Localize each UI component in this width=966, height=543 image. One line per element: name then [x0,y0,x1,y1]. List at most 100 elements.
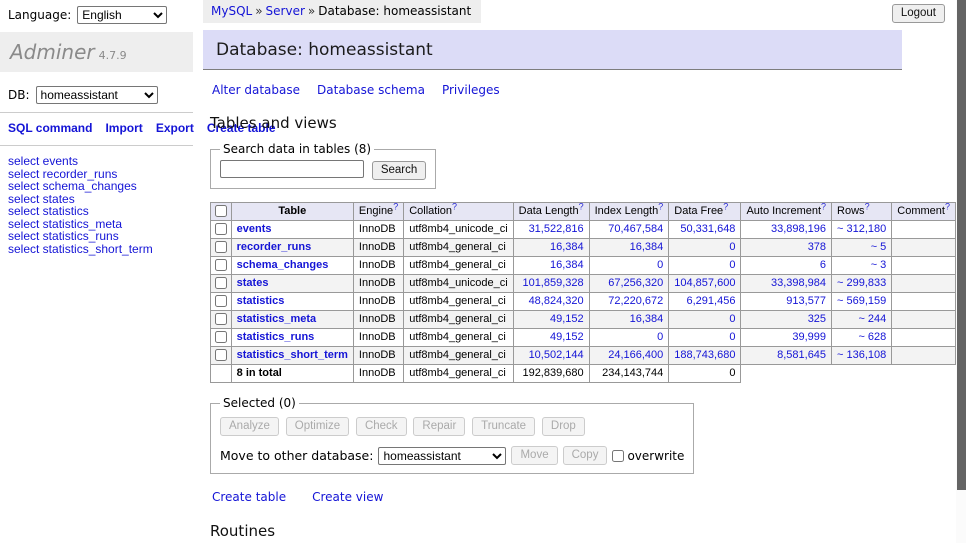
create-table-link-main[interactable]: Create table [212,490,286,504]
row-checkbox[interactable] [215,277,227,289]
row-checkbox[interactable] [215,223,227,235]
collation-cell: utf8mb4_general_ci [404,293,513,311]
data-length-link[interactable]: 48,824,320 [519,295,584,308]
create-view-link[interactable]: Create view [312,490,383,504]
data-length-link[interactable]: 49,152 [519,313,584,326]
language-select[interactable]: English [77,6,167,24]
truncate-button[interactable]: Truncate [472,417,535,436]
auto-increment-link[interactable]: 913,577 [746,295,826,308]
scrollbar-thumb[interactable] [957,0,966,490]
breadcrumb-server-link[interactable]: Server [266,4,305,18]
copy-button[interactable]: Copy [563,446,608,465]
search-input[interactable] [220,160,364,178]
row-checkbox[interactable] [215,241,227,253]
data-free-link[interactable]: 0 [674,331,735,344]
sidebar-select-schema-changes[interactable]: select schema_changes [8,180,185,193]
sidebar-select-statistics[interactable]: select statistics [8,205,185,218]
rows-count-link[interactable]: ~ 299,833 [837,277,886,290]
table-name-link[interactable]: statistics_runs [237,331,315,343]
auto-increment-link[interactable]: 378 [746,241,826,254]
auto-increment-link[interactable]: 325 [746,313,826,326]
auto-increment-link[interactable]: 8,581,645 [746,349,826,362]
row-checkbox[interactable] [215,349,227,361]
data-free-link[interactable]: 0 [674,241,735,254]
rows-count-link[interactable]: ~ 312,180 [837,223,886,236]
index-length-link[interactable]: 70,467,584 [595,223,664,236]
data-free-link[interactable]: 104,857,600 [674,277,735,290]
data-length-link[interactable]: 31,522,816 [519,223,584,236]
auto-increment-link[interactable]: 33,898,196 [746,223,826,236]
table-name-link[interactable]: recorder_runs [237,241,312,253]
index-length-link[interactable]: 0 [595,331,664,344]
table-name-link[interactable]: statistics [237,295,285,307]
help-link[interactable]: ? [393,203,398,212]
data-length-link[interactable]: 16,384 [519,259,584,272]
help-link[interactable]: ? [865,203,870,212]
data-free-link[interactable]: 6,291,456 [674,295,735,308]
row-checkbox[interactable] [215,313,227,325]
db-selector-row: DB: homeassistant [0,72,193,112]
index-length-link[interactable]: 67,256,320 [595,277,664,290]
rows-count-link[interactable]: ~ 569,159 [837,295,886,308]
sql-command-link[interactable]: SQL command [8,121,92,135]
import-link[interactable]: Import [105,121,142,135]
rows-count-link[interactable]: ~ 136,108 [837,349,886,362]
help-link[interactable]: ? [452,203,457,212]
index-length-link[interactable]: 16,384 [595,241,664,254]
auto-increment-link[interactable]: 6 [746,259,826,272]
table-name-link[interactable]: schema_changes [237,259,329,271]
privileges-link[interactable]: Privileges [442,83,500,97]
table-name-link[interactable]: events [237,223,272,235]
optimize-button[interactable]: Optimize [286,417,349,436]
row-checkbox[interactable] [215,331,227,343]
export-link[interactable]: Export [156,121,194,135]
search-button[interactable]: Search [372,161,426,180]
index-length-link[interactable]: 72,220,672 [595,295,664,308]
help-link[interactable]: ? [945,203,950,212]
table-name-link[interactable]: statistics_meta [237,313,317,325]
row-checkbox[interactable] [215,295,227,307]
move-db-select[interactable]: homeassistant [378,447,506,465]
create-links-row: Create table Create view [212,490,956,504]
data-length-link[interactable]: 49,152 [519,331,584,344]
help-link[interactable]: ? [723,203,728,212]
rows-count-link[interactable]: ~ 244 [837,313,886,326]
scrollbar-track[interactable] [956,0,966,543]
analyze-button[interactable]: Analyze [220,417,279,436]
language-label: Language: [8,8,71,22]
data-free-link[interactable]: 188,743,680 [674,349,735,362]
sidebar-select-statistics-short-term[interactable]: select statistics_short_term [8,243,185,256]
index-length-link[interactable]: 16,384 [595,313,664,326]
data-free-link[interactable]: 50,331,648 [674,223,735,236]
data-free-link[interactable]: 0 [674,259,735,272]
rows-count-link[interactable]: ~ 5 [837,241,886,254]
overwrite-checkbox[interactable] [612,450,624,462]
sidebar-select-events[interactable]: select events [8,155,185,168]
repair-button[interactable]: Repair [413,417,465,436]
breadcrumb-mysql-link[interactable]: MySQL [211,4,252,18]
select-all-checkbox[interactable] [215,205,227,217]
auto-increment-link[interactable]: 39,999 [746,331,826,344]
alter-database-link[interactable]: Alter database [212,83,300,97]
index-length-link[interactable]: 24,166,400 [595,349,664,362]
help-link[interactable]: ? [658,203,663,212]
help-link[interactable]: ? [579,203,584,212]
move-button[interactable]: Move [511,446,557,465]
auto-increment-link[interactable]: 33,398,984 [746,277,826,290]
rows-count-link[interactable]: ~ 3 [837,259,886,272]
help-link[interactable]: ? [821,203,826,212]
table-name-link[interactable]: statistics_short_term [237,349,348,361]
sidebar-select-statistics-runs[interactable]: select statistics_runs [8,230,185,243]
data-free-link[interactable]: 0 [674,313,735,326]
index-length-link[interactable]: 0 [595,259,664,272]
data-length-link[interactable]: 16,384 [519,241,584,254]
data-length-link[interactable]: 101,859,328 [519,277,584,290]
drop-button[interactable]: Drop [542,417,585,436]
row-checkbox[interactable] [215,259,227,271]
database-schema-link[interactable]: Database schema [317,83,425,97]
check-button[interactable]: Check [356,417,407,436]
db-select[interactable]: homeassistant [36,86,158,104]
data-length-link[interactable]: 10,502,144 [519,349,584,362]
rows-count-link[interactable]: ~ 628 [837,331,886,344]
table-name-link[interactable]: states [237,277,269,289]
